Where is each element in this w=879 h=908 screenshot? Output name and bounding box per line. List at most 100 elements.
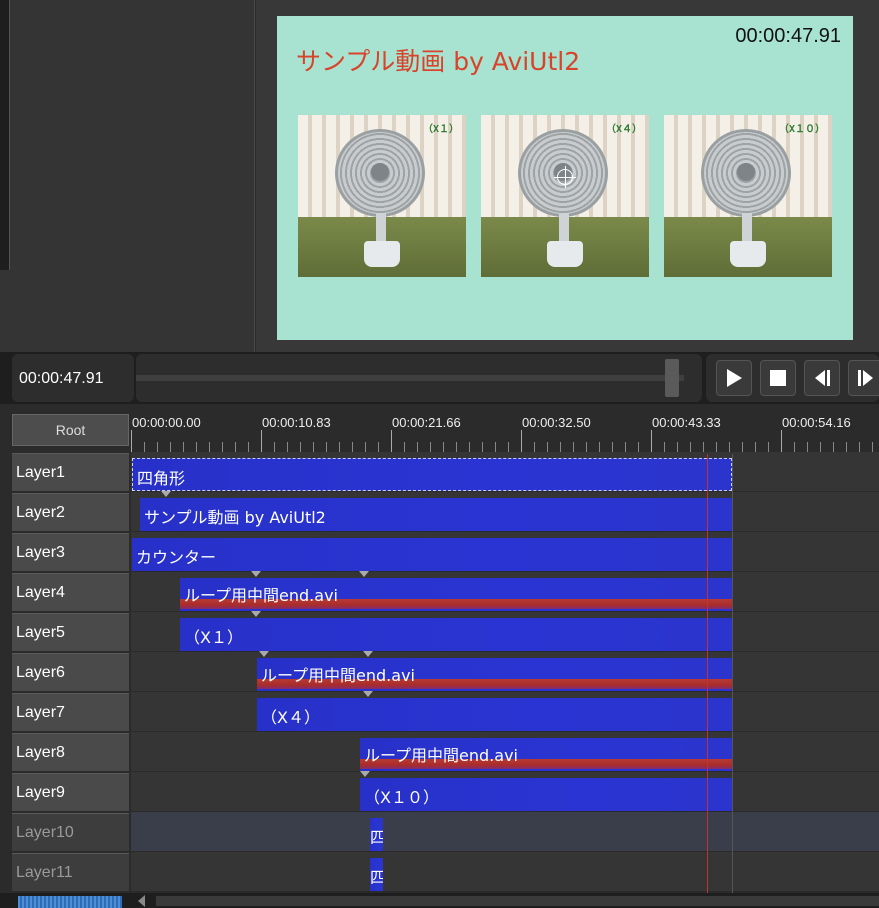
- clip-video[interactable]: ループ用中間end.avi: [257, 658, 732, 691]
- horizontal-scrollbar[interactable]: [0, 893, 879, 908]
- fan-hub: [371, 163, 389, 181]
- layer-header[interactable]: Layer6: [12, 653, 129, 691]
- layer-row: Layer5 （X１）: [12, 611, 879, 652]
- layer-name: Layer11: [16, 864, 73, 881]
- timeline-end-line: [732, 454, 733, 908]
- fan-neck: [742, 213, 752, 243]
- layer-track[interactable]: ループ用中間end.avi: [131, 651, 879, 692]
- aviutl-window: サンプル動画 by AviUtl2 00:00:47.91 （X１） （X４）: [0, 0, 879, 908]
- layer-row: Layer9 （X１０）: [12, 771, 879, 812]
- layer-track[interactable]: サンプル動画 by AviUtl2: [131, 491, 879, 532]
- layer-track[interactable]: （X１）: [131, 611, 879, 652]
- clip-marker: [363, 691, 373, 697]
- fan-base: [730, 241, 766, 267]
- timeline: Root 00:00:00.00 00:00:10.83 00:00:21.66…: [12, 410, 879, 908]
- layer-row: Layer3 カウンター: [12, 532, 879, 572]
- fan-thumbnail-x4: （X４）: [481, 115, 649, 277]
- clip-counter[interactable]: カウンター: [132, 538, 732, 571]
- fan-neck: [559, 213, 569, 243]
- layer-track[interactable]: （X１０）: [131, 771, 879, 812]
- layer-header[interactable]: Layer2: [12, 493, 129, 531]
- major-tick: [521, 430, 522, 452]
- layer-header[interactable]: Layer11: [12, 853, 129, 891]
- clip-label-x10[interactable]: （X１０）: [360, 778, 732, 811]
- fan-thumbnail-x1: （X１）: [298, 115, 466, 277]
- layer-track[interactable]: 四: [131, 812, 879, 852]
- thumbnail-label: （X１０）: [778, 124, 825, 135]
- audio-level-meter: [18, 896, 122, 908]
- clip-video[interactable]: ループ用中間end.avi: [180, 578, 732, 611]
- clip-label: ループ用中間end.avi: [364, 746, 518, 765]
- layer-track[interactable]: ループ用中間end.avi: [131, 571, 879, 612]
- stop-button[interactable]: [760, 360, 796, 396]
- time-ruler[interactable]: 00:00:00.00 00:00:10.83 00:00:21.66 00:0…: [131, 410, 879, 452]
- clip-label: カウンター: [136, 548, 217, 567]
- fan-base: [547, 241, 583, 267]
- clip-label-x1[interactable]: （X１）: [180, 618, 732, 651]
- layer-header[interactable]: Layer1: [12, 453, 129, 491]
- thumbnail-label: （X１）: [422, 124, 459, 135]
- layer-row: Layer7 （X４）: [12, 691, 879, 732]
- scroll-left-icon[interactable]: [138, 895, 145, 907]
- layer-track[interactable]: 四: [131, 852, 879, 892]
- layer-name: Layer7: [16, 704, 65, 721]
- layer-header[interactable]: Layer4: [12, 573, 129, 611]
- major-tick: [131, 430, 132, 452]
- scroll-thumb[interactable]: [156, 896, 879, 906]
- clip-label-x4[interactable]: （X４）: [257, 698, 732, 731]
- major-tick: [391, 430, 392, 452]
- crosshair-icon[interactable]: [554, 166, 576, 188]
- clip-marker: [359, 571, 369, 577]
- seek-track[interactable]: [136, 375, 684, 381]
- clip-rectangle[interactable]: 四角形: [132, 458, 732, 491]
- root-button[interactable]: Root: [12, 414, 129, 446]
- transport-bar: 00:00:47.91: [0, 352, 879, 404]
- layer-track[interactable]: （X４）: [131, 691, 879, 732]
- clip-marker: [259, 651, 269, 657]
- ruler-label: 00:00:00.00: [132, 415, 201, 430]
- layer-header[interactable]: Layer5: [12, 613, 129, 651]
- step-back-button[interactable]: [804, 360, 840, 396]
- clip-small-rect[interactable]: 四: [370, 858, 383, 891]
- left-edge-strip: [0, 0, 10, 270]
- clip-label: 四: [370, 868, 383, 887]
- left-panel: [0, 0, 255, 352]
- layer-header[interactable]: Layer8: [12, 733, 129, 771]
- layer-row: Layer2 サンプル動画 by AviUtl2: [12, 491, 879, 532]
- preview-canvas[interactable]: サンプル動画 by AviUtl2 00:00:47.91 （X１） （X４）: [277, 16, 853, 340]
- clip-small-rect[interactable]: 四: [370, 818, 383, 851]
- layer-name: Layer3: [16, 544, 65, 561]
- playhead[interactable]: [707, 454, 708, 908]
- layer-row: Layer10 四: [12, 812, 879, 852]
- layer-header[interactable]: Layer10: [12, 813, 129, 851]
- ruler-label: 00:00:10.83: [262, 415, 331, 430]
- clip-label: 四角形: [137, 469, 186, 488]
- layer-header[interactable]: Layer9: [12, 773, 129, 811]
- clip-label: ループ用中間end.avi: [261, 666, 415, 685]
- clip-marker: [161, 491, 171, 497]
- step-forward-icon: [858, 370, 873, 386]
- layer-name: Layer1: [16, 464, 65, 481]
- layer-header[interactable]: Layer3: [12, 533, 129, 571]
- stop-icon: [770, 370, 786, 386]
- layer-track[interactable]: ループ用中間end.avi: [131, 732, 879, 772]
- layer-row: Layer6 ループ用中間end.avi: [12, 651, 879, 692]
- step-forward-button[interactable]: [848, 360, 879, 396]
- clip-marker: [251, 571, 261, 577]
- layer-track[interactable]: カウンター: [131, 532, 879, 572]
- seek-thumb[interactable]: [665, 359, 680, 397]
- major-tick: [781, 430, 782, 452]
- clip-title-text[interactable]: サンプル動画 by AviUtl2: [140, 498, 732, 531]
- layer-row: Layer4 ループ用中間end.avi: [12, 571, 879, 612]
- clip-marker: [363, 651, 373, 657]
- seek-bar[interactable]: [136, 354, 702, 402]
- layer-track[interactable]: 四角形: [131, 452, 879, 492]
- clip-video[interactable]: ループ用中間end.avi: [360, 738, 732, 771]
- ruler-label: 00:00:32.50: [522, 415, 591, 430]
- play-button[interactable]: [716, 360, 752, 396]
- fan-thumbnail-x10: （X１０）: [664, 115, 832, 277]
- clip-marker: [360, 771, 370, 777]
- transport-buttons: [706, 354, 879, 402]
- ruler-ticks: [131, 442, 879, 452]
- layer-header[interactable]: Layer7: [12, 693, 129, 731]
